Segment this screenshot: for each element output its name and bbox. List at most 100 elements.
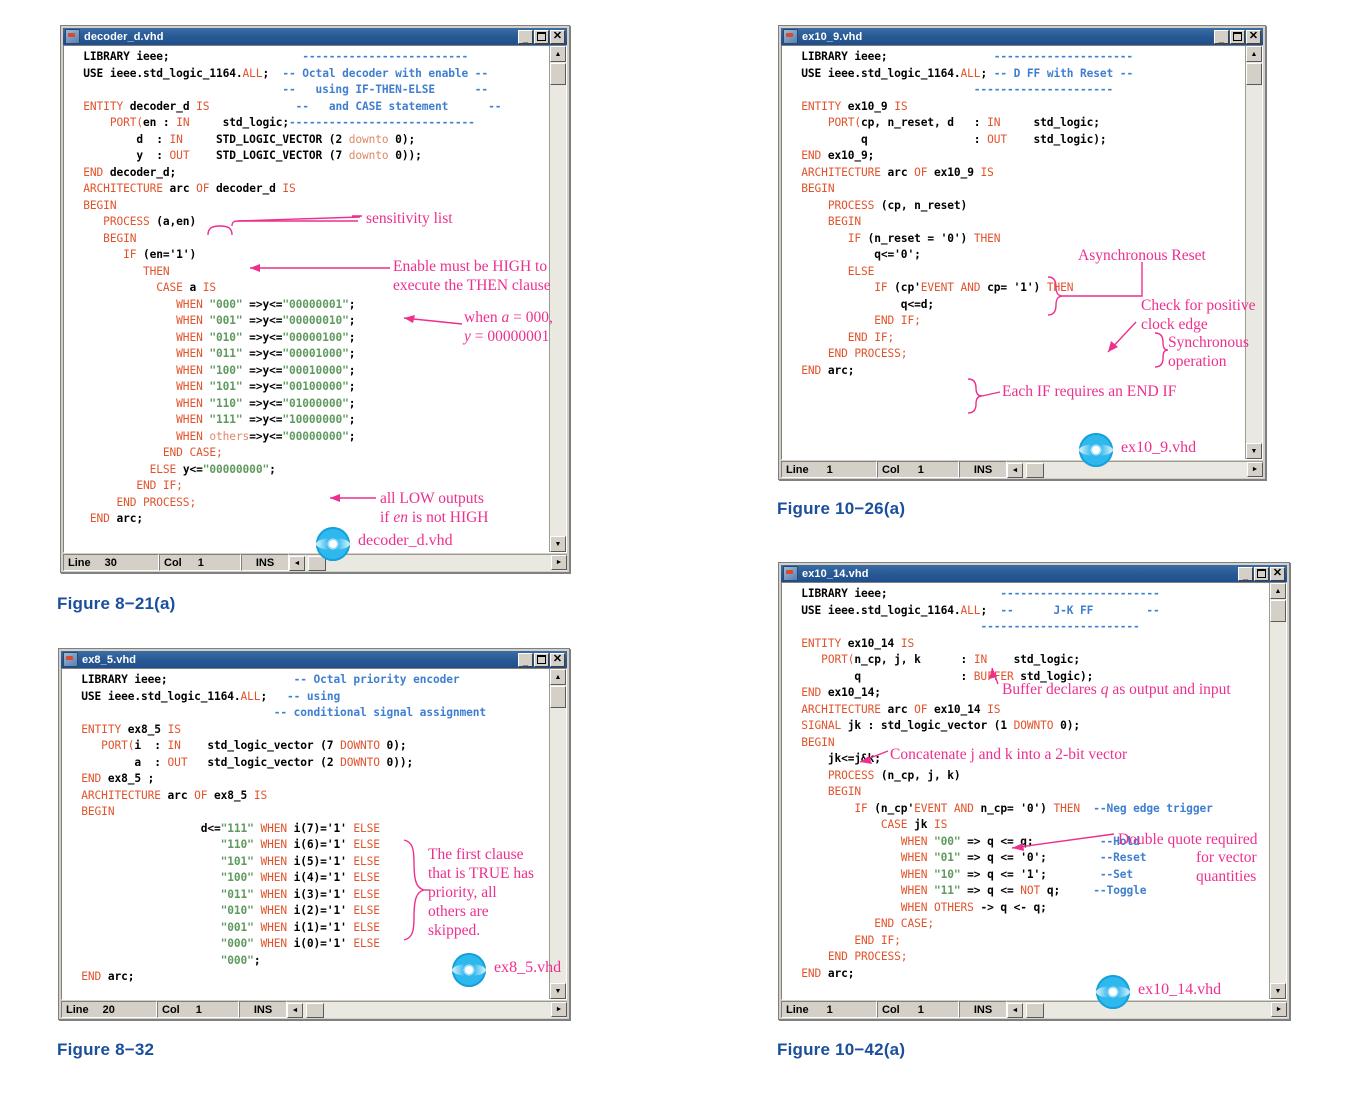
code-token: IS	[253, 788, 268, 802]
code-token: BEGIN	[68, 805, 115, 818]
code-editor-decoder-d[interactable]: LIBRARY ieee; ------------------------- …	[64, 46, 549, 552]
titlebar-decoder-d[interactable]: decoder_d.vhd _ ✕	[63, 28, 567, 45]
maximize-button[interactable]	[534, 29, 549, 44]
code-line: ELSE	[788, 264, 1245, 281]
code-token: USE ieee.std_logic_1164.	[788, 66, 961, 80]
code-token: OF	[914, 702, 935, 716]
maximize-button[interactable]	[1254, 566, 1269, 581]
code-token: ex8_5	[214, 788, 254, 802]
close-button[interactable]: ✕	[1270, 566, 1285, 581]
maximize-button[interactable]	[534, 652, 549, 667]
code-token: ex10_9	[934, 165, 981, 179]
scroll-left-icon[interactable]: ◄	[1007, 1002, 1023, 1018]
code-token: --Set	[1099, 867, 1134, 881]
vertical-scrollbar[interactable]: ▲ ▼	[549, 669, 566, 999]
code-token: 0);	[388, 132, 416, 146]
scrollbar-thumb[interactable]	[550, 686, 566, 708]
minimize-button[interactable]: _	[1238, 566, 1253, 581]
scroll-right-icon[interactable]: ►	[551, 555, 567, 570]
code-token: ARCHITECTURE	[788, 165, 888, 179]
scroll-left-icon[interactable]: ◄	[287, 1002, 303, 1018]
code-token: i(0)='1'	[293, 937, 354, 950]
code-token: i(6)='1'	[293, 838, 354, 851]
code-token: END	[788, 363, 828, 377]
minimize-button[interactable]: _	[518, 652, 533, 667]
window-controls[interactable]: _ ✕	[1214, 29, 1261, 44]
scroll-down-icon[interactable]: ▼	[1270, 983, 1286, 999]
app-icon	[783, 566, 798, 581]
scroll-up-icon[interactable]: ▲	[550, 46, 566, 62]
vertical-scrollbar[interactable]: ▲ ▼	[549, 46, 566, 552]
maximize-button[interactable]	[1230, 29, 1245, 44]
scroll-up-icon[interactable]: ▲	[550, 669, 566, 685]
hscrollbar-thumb[interactable]	[1026, 462, 1044, 478]
horizontal-scrollbar[interactable]: ◄ ►	[1007, 461, 1263, 478]
window-ex10-14[interactable]: ex10_14.vhd _ ✕ LIBRARY ieee; ----------…	[778, 562, 1290, 1020]
code-line: a : OUT std_logic_vector (2 DOWNTO 0));	[68, 755, 549, 772]
scroll-left-icon[interactable]: ◄	[1007, 462, 1023, 478]
code-token: -- J-K FF --	[1000, 603, 1160, 617]
scroll-up-icon[interactable]: ▲	[1246, 46, 1262, 62]
horizontal-scrollbar[interactable]: ◄ ►	[287, 1001, 567, 1018]
minimize-button[interactable]: _	[518, 29, 533, 44]
scroll-down-icon[interactable]: ▼	[1246, 443, 1262, 459]
vertical-scrollbar[interactable]: ▲ ▼	[1245, 46, 1262, 459]
code-line: ELSE y<="00000000";	[70, 462, 549, 479]
code-editor-ex8-5[interactable]: LIBRARY ieee; -- Octal priority encoder …	[62, 669, 549, 999]
code-token: d<=	[68, 821, 221, 835]
scroll-right-icon[interactable]: ►	[1271, 1002, 1287, 1017]
code-line: END ex10_9;	[788, 148, 1245, 165]
titlebar-ex10-14[interactable]: ex10_14.vhd _ ✕	[781, 565, 1287, 582]
code-line: LIBRARY ieee; ---------------------	[788, 49, 1245, 66]
scrollbar-thumb[interactable]	[1246, 63, 1262, 85]
hscrollbar-thumb[interactable]	[1026, 1002, 1044, 1018]
code-token: (a,en)	[156, 215, 197, 228]
code-token: THEN	[973, 231, 1001, 245]
vertical-scrollbar[interactable]: ▲ ▼	[1269, 583, 1286, 999]
scroll-down-icon[interactable]: ▼	[550, 536, 566, 552]
minimize-button[interactable]: _	[1214, 29, 1229, 44]
window-controls[interactable]: _ ✕	[518, 29, 565, 44]
scroll-right-icon[interactable]: ►	[1247, 462, 1263, 477]
window-controls[interactable]: _ ✕	[518, 652, 565, 667]
code-token: "00010000"	[282, 363, 349, 377]
code-editor-ex10-14[interactable]: LIBRARY ieee; ------------------------ U…	[782, 583, 1269, 999]
window-controls[interactable]: _ ✕	[1238, 566, 1285, 581]
code-line: ---------------------	[788, 82, 1245, 99]
scrollbar-thumb[interactable]	[550, 63, 566, 85]
code-line: ARCHITECTURE arc OF ex10_9 IS	[788, 165, 1245, 182]
scroll-down-icon[interactable]: ▼	[550, 983, 566, 999]
close-button[interactable]: ✕	[550, 652, 565, 667]
annotation-fig-8-21a-2: when a = 000, y = 00000001	[464, 309, 553, 345]
code-token: IS	[980, 165, 994, 179]
code-token: -------------------------	[302, 50, 469, 63]
close-button[interactable]: ✕	[550, 29, 565, 44]
code-token: (cp'	[894, 281, 921, 294]
code-token: ;	[348, 347, 356, 360]
scroll-up-icon[interactable]: ▲	[1270, 583, 1286, 599]
code-token: -- conditional signal assignment	[273, 706, 487, 719]
titlebar-ex8-5[interactable]: ex8_5.vhd _ ✕	[61, 651, 567, 668]
code-token: decoder_d	[129, 99, 197, 113]
code-token: 0);	[1053, 719, 1080, 732]
code-token: q :	[788, 132, 988, 146]
hscrollbar-thumb[interactable]	[306, 1002, 324, 1018]
code-token: LIBRARY ieee;	[70, 50, 170, 63]
code-line: PORT(cp, n_reset, d : IN std_logic;	[788, 115, 1245, 132]
window-decoder-d[interactable]: decoder_d.vhd _ ✕ LIBRARY ieee; --------…	[60, 25, 570, 573]
scrollbar-thumb[interactable]	[1270, 600, 1286, 622]
code-token: (cp, n_reset)	[880, 198, 968, 212]
code-token: ;	[348, 330, 356, 344]
horizontal-scrollbar[interactable]: ◄ ►	[1007, 1001, 1287, 1018]
code-token: DOWNTO	[340, 739, 380, 752]
code-token: IN	[973, 653, 988, 666]
code-token: PORT(	[788, 653, 855, 666]
scroll-right-icon[interactable]: ►	[551, 1002, 567, 1017]
scroll-left-icon[interactable]: ◄	[289, 555, 305, 571]
code-line: WHEN "100" =>y<="00010000";	[70, 363, 549, 380]
titlebar-ex10-9[interactable]: ex10_9.vhd _ ✕	[781, 28, 1263, 45]
code-token: WHEN	[788, 851, 934, 864]
close-button[interactable]: ✕	[1246, 29, 1261, 44]
